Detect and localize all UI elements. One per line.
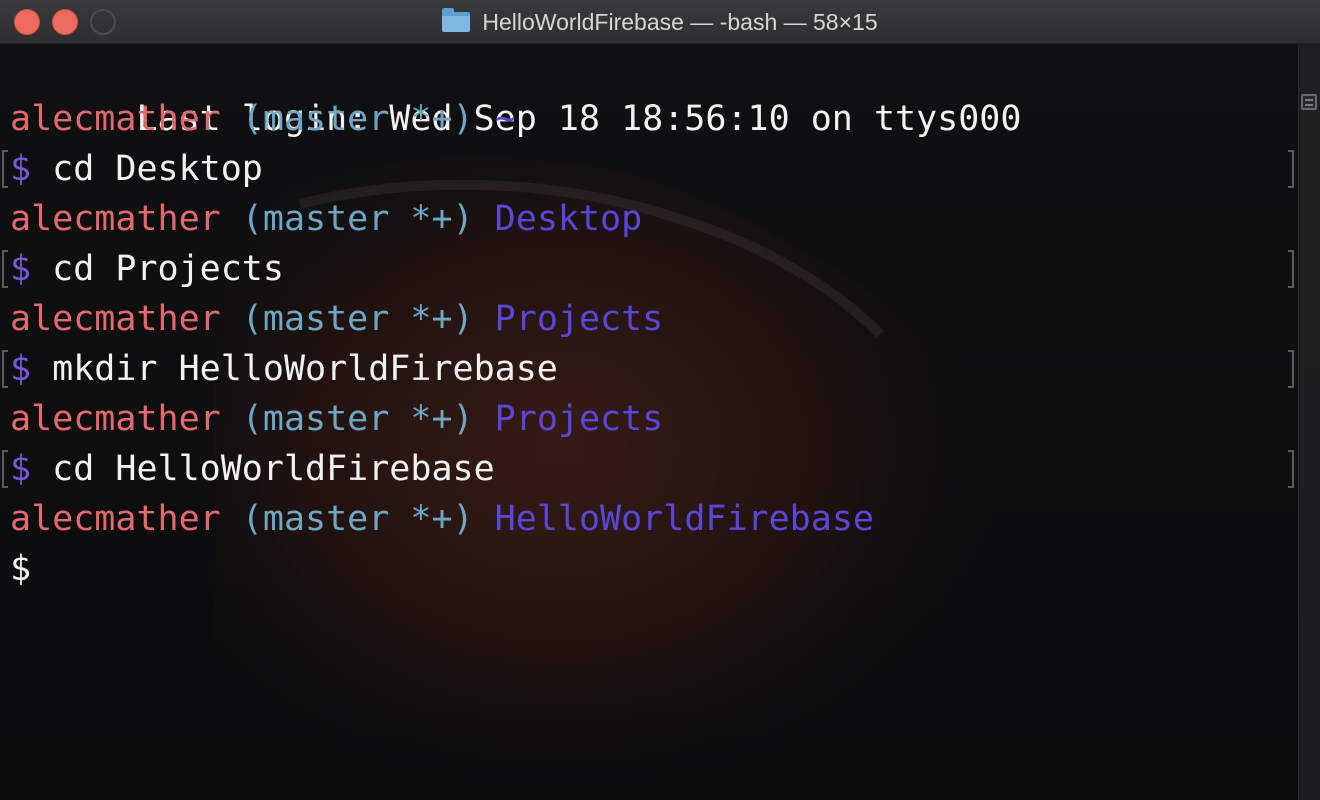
prompt-directory: ~: [494, 99, 516, 139]
login-line: Last login: Wed Sep 18 18:56:10 on ttys0…: [10, 44, 1292, 139]
current-command-line[interactable]: $: [10, 544, 1292, 594]
line-mark-right: [1288, 350, 1294, 388]
prompt-branch: (master *+): [241, 399, 474, 439]
prompt-directory: Projects: [494, 299, 664, 339]
folder-icon: [442, 8, 471, 32]
window-title: HelloWorldFirebase — -bash — 58×15: [482, 8, 878, 35]
prompt-user: alecmather: [10, 99, 221, 139]
prompt-line: alecmather (master *+) HelloWorldFirebas…: [10, 494, 1292, 544]
command-line: $ cd HelloWorldFirebase: [2, 444, 1294, 494]
line-mark-right: [1288, 250, 1294, 288]
line-mark-left: [2, 350, 8, 388]
command-line: $ mkdir HelloWorldFirebase: [2, 344, 1294, 394]
prompt-user: alecmather: [10, 499, 221, 539]
line-mark-left: [2, 450, 8, 488]
title-bar[interactable]: HelloWorldFirebase — -bash — 58×15: [0, 0, 1320, 44]
prompt-line: alecmather (master *+) ~: [10, 94, 1292, 144]
prompt-user: alecmather: [10, 399, 221, 439]
line-mark-left: [2, 250, 8, 288]
scroll-lines-icon[interactable]: [1301, 94, 1317, 110]
line-mark-right: [1288, 450, 1294, 488]
prompt-branch: (master *+): [241, 499, 474, 539]
prompt-symbol: $: [10, 449, 32, 489]
terminal-window: HelloWorldFirebase — -bash — 58×15 Last …: [0, 0, 1320, 800]
prompt-branch: (master *+): [241, 99, 474, 139]
prompt-line: alecmather (master *+) Projects: [10, 294, 1292, 344]
scrollbar[interactable]: [1298, 44, 1320, 800]
prompt-symbol: $: [10, 149, 32, 189]
prompt-branch: (master *+): [241, 299, 474, 339]
prompt-user: alecmather: [10, 299, 221, 339]
prompt-line: alecmather (master *+) Desktop: [10, 194, 1292, 244]
prompt-branch: (master *+): [241, 199, 474, 239]
prompt-user: alecmather: [10, 199, 221, 239]
command-text: cd Desktop: [52, 149, 263, 189]
command-text: cd Projects: [52, 249, 284, 289]
line-mark-right: [1288, 150, 1294, 188]
terminal-output[interactable]: Last login: Wed Sep 18 18:56:10 on ttys0…: [0, 44, 1294, 800]
prompt-symbol: $: [10, 249, 32, 289]
line-mark-left: [2, 150, 8, 188]
command-text: cd HelloWorldFirebase: [52, 449, 495, 489]
command-line: $ cd Desktop: [2, 144, 1294, 194]
prompt-directory: Desktop: [494, 199, 643, 239]
window-title-container: HelloWorldFirebase — -bash — 58×15: [0, 0, 1320, 44]
prompt-symbol: $: [10, 549, 32, 589]
command-text: mkdir HelloWorldFirebase: [52, 349, 558, 389]
command-line: $ cd Projects: [2, 244, 1294, 294]
prompt-directory: HelloWorldFirebase: [494, 499, 874, 539]
prompt-line: alecmather (master *+) Projects: [10, 394, 1292, 444]
prompt-directory: Projects: [494, 399, 664, 439]
prompt-symbol: $: [10, 349, 32, 389]
